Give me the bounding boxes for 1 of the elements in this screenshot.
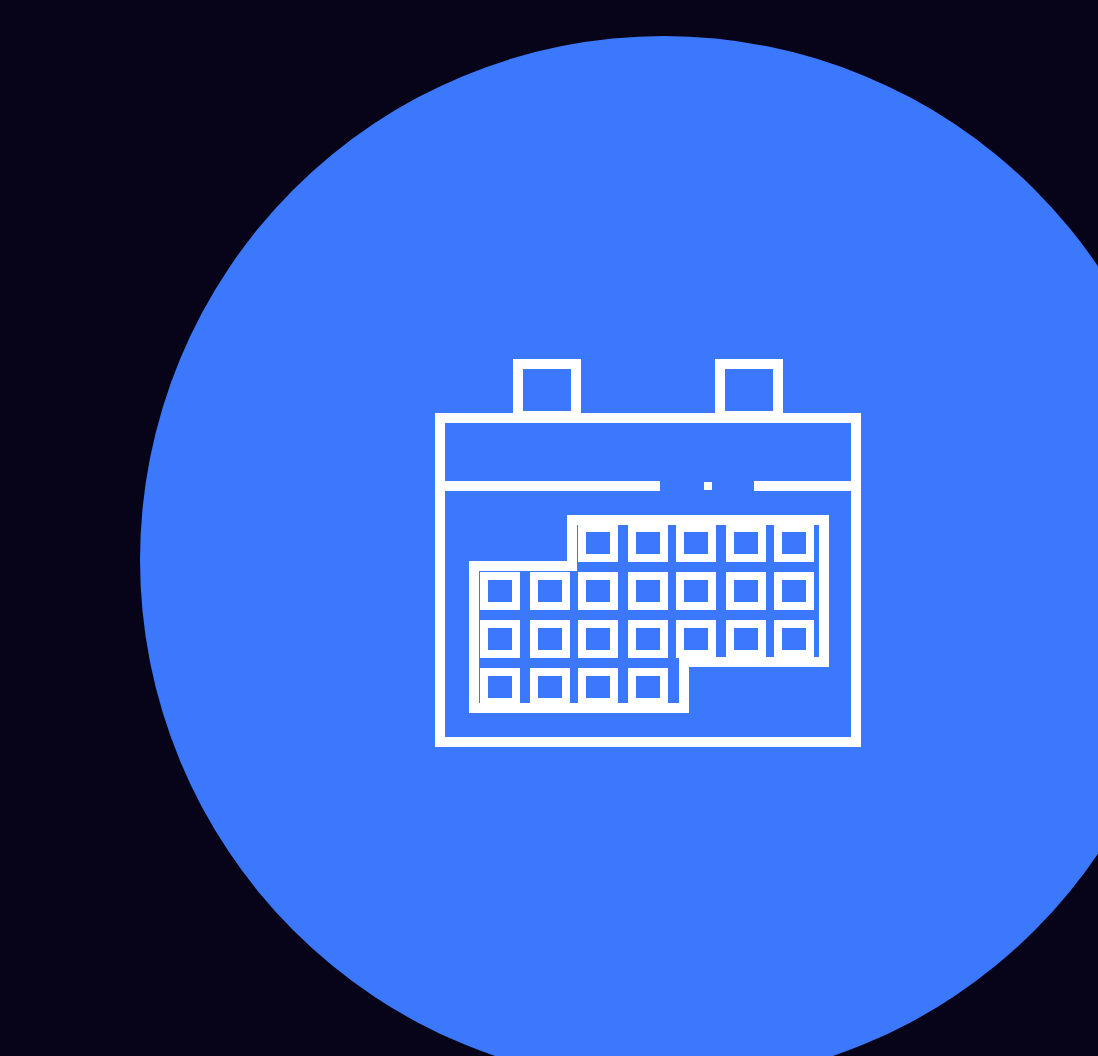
calendar-icon bbox=[435, 359, 861, 747]
